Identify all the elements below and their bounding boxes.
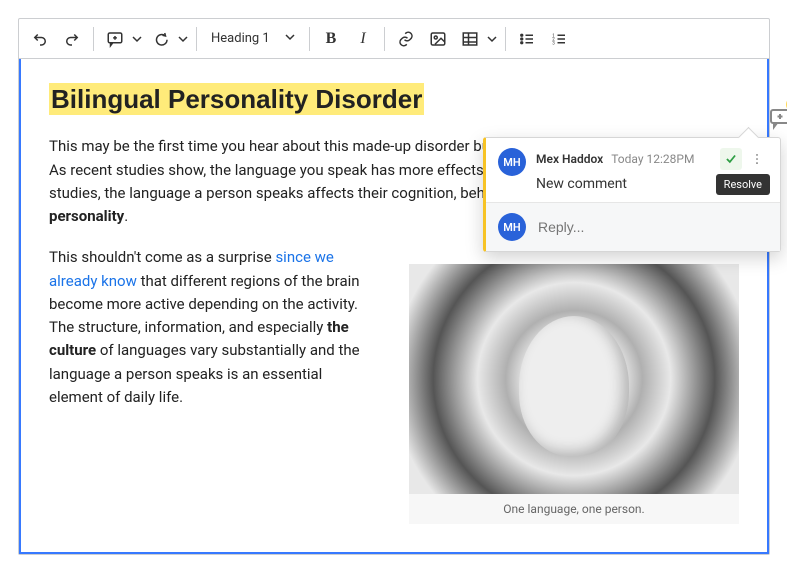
- editor-frame: Heading 1 B I 123 Bilingual Personality …: [18, 18, 770, 555]
- table-combo: [455, 24, 499, 54]
- separator: [196, 27, 197, 51]
- table-button[interactable]: [455, 24, 485, 54]
- comment-author: Mex Haddox: [536, 152, 603, 166]
- editor-content[interactable]: Bilingual Personality Disorder This may …: [19, 59, 769, 554]
- separator: [505, 27, 506, 51]
- toolbar: Heading 1 B I 123: [19, 19, 769, 59]
- reply-input[interactable]: [536, 218, 768, 236]
- separator: [93, 27, 94, 51]
- figure-image[interactable]: [409, 264, 739, 494]
- comments-button[interactable]: [146, 24, 176, 54]
- resolve-tooltip: Resolve: [716, 174, 770, 195]
- comment-thread-indicator[interactable]: 1: [763, 101, 787, 135]
- comments-combo: [146, 24, 190, 54]
- separator: [384, 27, 385, 51]
- page-title[interactable]: Bilingual Personality Disorder: [49, 83, 424, 115]
- comment-timestamp: Today 12:28PM: [611, 152, 694, 166]
- comments-dropdown[interactable]: [176, 24, 190, 54]
- comment-reply-row: MH: [486, 202, 780, 251]
- figure-caption[interactable]: One language, one person.: [409, 494, 739, 524]
- phrenology-head-icon: [519, 316, 629, 456]
- redo-button[interactable]: [57, 24, 87, 54]
- heading-select[interactable]: Heading 1: [203, 24, 303, 54]
- avatar: MH: [498, 148, 526, 176]
- avatar: MH: [498, 213, 526, 241]
- resolve-button[interactable]: [720, 148, 742, 170]
- link-button[interactable]: [391, 24, 421, 54]
- svg-text:3: 3: [552, 40, 555, 46]
- table-dropdown[interactable]: [485, 24, 499, 54]
- comment-item: MH Mex Haddox Today 12:28PM Resolve: [486, 138, 780, 202]
- add-comment-button[interactable]: [100, 24, 130, 54]
- bullet-list-button[interactable]: [512, 24, 542, 54]
- heading-label: Heading 1: [211, 31, 270, 46]
- comment-panel: MH Mex Haddox Today 12:28PM Resolve: [483, 137, 781, 252]
- comment-more-button[interactable]: [746, 148, 768, 170]
- italic-button[interactable]: I: [348, 24, 378, 54]
- separator: [309, 27, 310, 51]
- numbered-list-button[interactable]: 123: [544, 24, 574, 54]
- chevron-down-icon: [285, 31, 295, 46]
- add-comment-dropdown[interactable]: [130, 24, 144, 54]
- figure: One language, one person.: [409, 264, 739, 524]
- add-comment-combo: [100, 24, 144, 54]
- paragraph-2[interactable]: This shouldn't come as a surprise since …: [49, 246, 373, 409]
- bold-button[interactable]: B: [316, 24, 346, 54]
- image-button[interactable]: [423, 24, 453, 54]
- undo-button[interactable]: [25, 24, 55, 54]
